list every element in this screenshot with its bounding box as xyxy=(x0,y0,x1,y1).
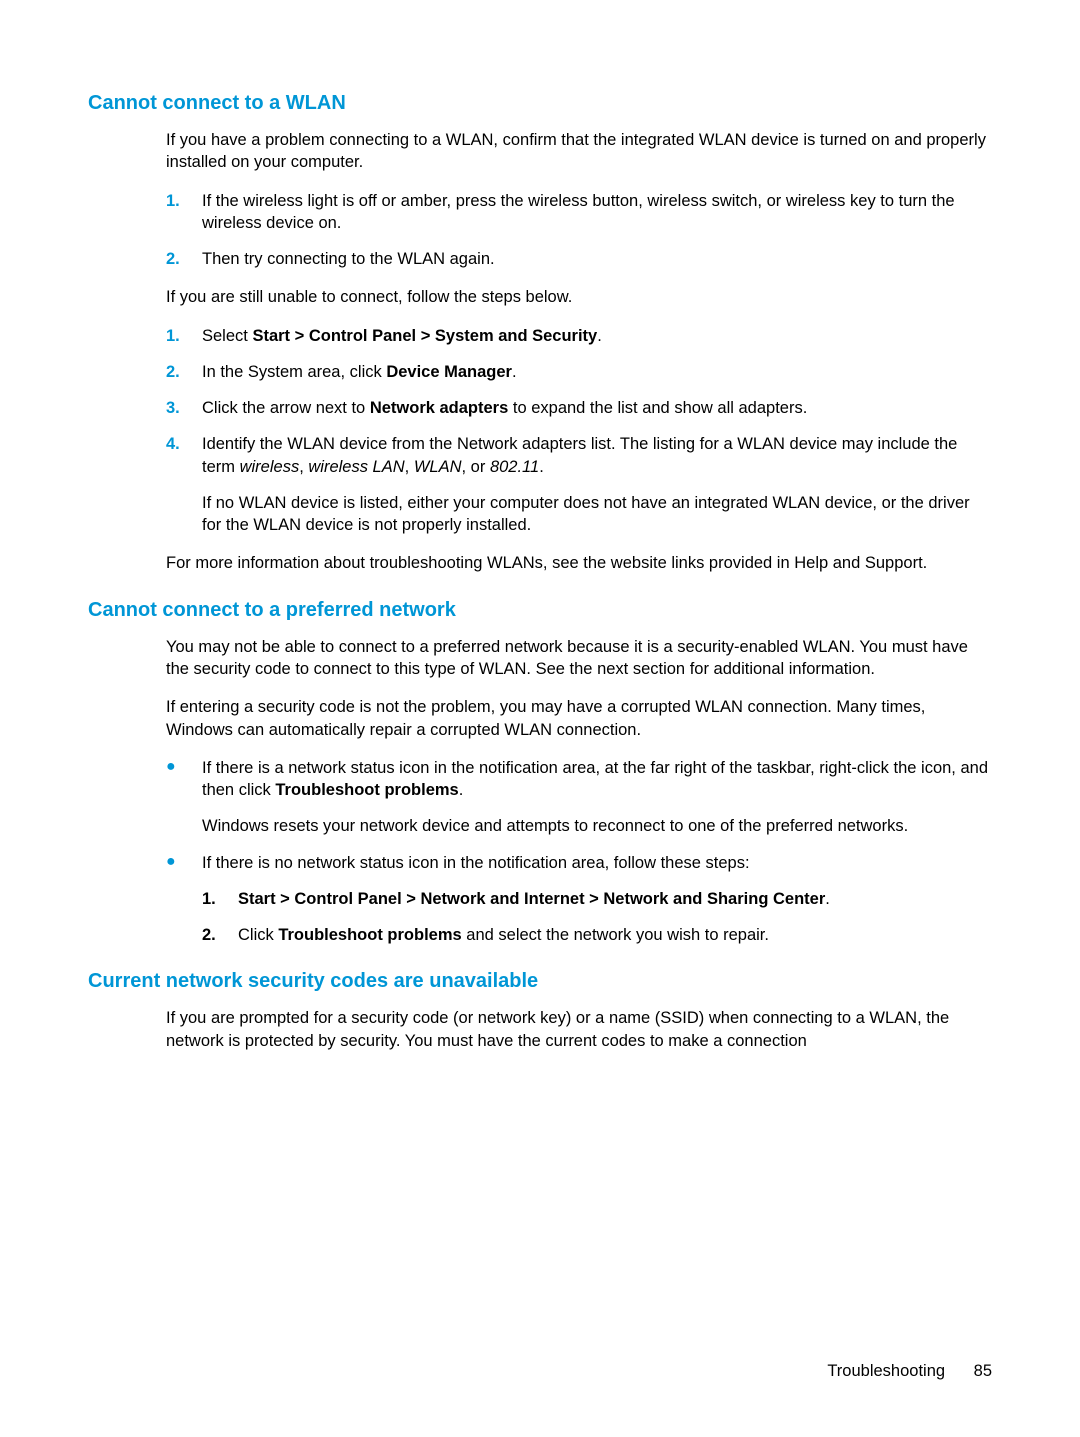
paragraph: If you are prompted for a security code … xyxy=(166,1007,992,1052)
heading-security-codes-unavailable: Current network security codes are unava… xyxy=(88,970,992,993)
section-security-codes-unavailable: Current network security codes are unava… xyxy=(88,970,992,1052)
mid-paragraph: If you are still unable to connect, foll… xyxy=(166,286,992,308)
section2-body: You may not be able to connect to a pref… xyxy=(166,636,992,947)
list-number: 2. xyxy=(166,361,202,383)
text-run: Click the arrow next to xyxy=(202,399,370,417)
list-number: 1. xyxy=(166,325,202,347)
bullet-text: If there is a network status icon in the… xyxy=(202,757,992,838)
page-footer: Troubleshooting 85 xyxy=(827,1362,992,1381)
bullet-item: ● If there is a network status icon in t… xyxy=(166,757,992,838)
list-text: If the wireless light is off or amber, p… xyxy=(202,190,992,235)
text-run: . xyxy=(825,890,830,908)
list-text: In the System area, click Device Manager… xyxy=(202,361,992,383)
list-item: 1. Select Start > Control Panel > System… xyxy=(166,325,992,347)
text-run: Click xyxy=(238,926,278,944)
list-number: 4. xyxy=(166,433,202,455)
list-text: Start > Control Panel > Network and Inte… xyxy=(238,888,992,910)
paragraph: You may not be able to connect to a pref… xyxy=(166,636,992,681)
bullet-text: If there is no network status icon in th… xyxy=(202,852,992,947)
section3-body: If you are prompted for a security code … xyxy=(166,1007,992,1052)
list-number: 2. xyxy=(202,924,238,946)
list-item: 1. If the wireless light is off or amber… xyxy=(166,190,992,235)
list-text: Identify the WLAN device from the Networ… xyxy=(202,433,992,536)
text-run: , xyxy=(405,458,414,476)
list-item: 3. Click the arrow next to Network adapt… xyxy=(166,397,992,419)
heading-cannot-connect-preferred: Cannot connect to a preferred network xyxy=(88,599,992,622)
text-run: If there is no network status icon in th… xyxy=(202,854,750,872)
bold-text: Network adapters xyxy=(370,399,508,417)
text-run: Select xyxy=(202,327,252,345)
list-text: Select Start > Control Panel > System an… xyxy=(202,325,992,347)
bullet-list: ● If there is a network status icon in t… xyxy=(166,757,992,947)
list-number: 3. xyxy=(166,397,202,419)
text-run: and select the network you wish to repai… xyxy=(462,926,769,944)
list-turn-on-wireless: 1. If the wireless light is off or amber… xyxy=(166,190,992,271)
bullet-item: ● If there is no network status icon in … xyxy=(166,852,992,947)
nested-list: 1. Start > Control Panel > Network and I… xyxy=(202,888,992,947)
document-page: Cannot connect to a WLAN If you have a p… xyxy=(0,0,1080,1437)
list-number: 1. xyxy=(166,190,202,212)
italic-text: wireless xyxy=(240,458,300,476)
intro-paragraph: If you have a problem connecting to a WL… xyxy=(166,129,992,174)
page-number: 85 xyxy=(974,1362,992,1380)
bold-text: Troubleshoot problems xyxy=(278,926,461,944)
list-item: 4. Identify the WLAN device from the Net… xyxy=(166,433,992,536)
text-run: , xyxy=(299,458,308,476)
footer-section-label: Troubleshooting xyxy=(827,1362,945,1380)
list-item: 2. Click Troubleshoot problems and selec… xyxy=(202,924,992,946)
text-run: . xyxy=(597,327,602,345)
text-run: , or xyxy=(462,458,490,476)
list-device-manager-steps: 1. Select Start > Control Panel > System… xyxy=(166,325,992,537)
paragraph: If entering a security code is not the p… xyxy=(166,696,992,741)
section1-body: If you have a problem connecting to a WL… xyxy=(166,129,992,575)
list-text: Click the arrow next to Network adapters… xyxy=(202,397,992,419)
list-text: Then try connecting to the WLAN again. xyxy=(202,248,992,270)
list-number: 2. xyxy=(166,248,202,270)
bold-text: Start > Control Panel > Network and Inte… xyxy=(238,890,825,908)
heading-cannot-connect-wlan: Cannot connect to a WLAN xyxy=(88,92,992,115)
list-item: 2. Then try connecting to the WLAN again… xyxy=(166,248,992,270)
text-run: . xyxy=(459,781,464,799)
italic-text: WLAN xyxy=(414,458,462,476)
text-run: In the System area, click xyxy=(202,363,386,381)
bullet-icon: ● xyxy=(166,852,202,873)
sub-paragraph: If no WLAN device is listed, either your… xyxy=(202,492,992,537)
bold-text: Device Manager xyxy=(386,363,512,381)
text-run: . xyxy=(539,458,544,476)
sub-paragraph: Windows resets your network device and a… xyxy=(202,815,992,837)
italic-text: wireless LAN xyxy=(308,458,404,476)
list-number: 1. xyxy=(202,888,238,910)
bold-text: Start > Control Panel > System and Secur… xyxy=(252,327,597,345)
text-run: . xyxy=(512,363,517,381)
section-cannot-connect-wlan: Cannot connect to a WLAN If you have a p… xyxy=(88,92,992,575)
list-text: Click Troubleshoot problems and select t… xyxy=(238,924,992,946)
bold-text: Troubleshoot problems xyxy=(275,781,458,799)
text-run: to expand the list and show all adapters… xyxy=(508,399,807,417)
section-cannot-connect-preferred: Cannot connect to a preferred network Yo… xyxy=(88,599,992,947)
italic-text: 802.11 xyxy=(490,458,539,476)
list-item: 2. In the System area, click Device Mana… xyxy=(166,361,992,383)
bullet-icon: ● xyxy=(166,757,202,778)
outro-paragraph: For more information about troubleshooti… xyxy=(166,552,992,574)
list-item: 1. Start > Control Panel > Network and I… xyxy=(202,888,992,910)
